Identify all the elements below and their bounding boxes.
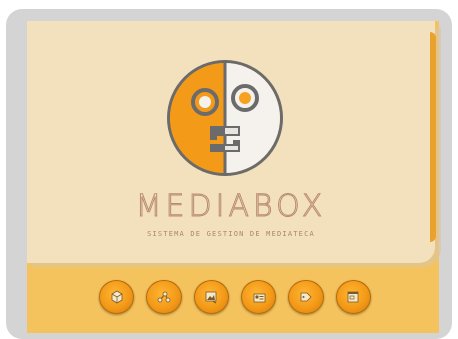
share-network-icon [157,291,171,303]
brand-name: MEDIABOX [135,189,327,224]
tag-icon [300,292,312,302]
brand-subtitle: SISTEMA DE GESTION DE MEDIATECA [147,230,315,238]
card-button[interactable] [240,280,277,314]
mediabox-logo [167,60,283,176]
image-tool-icon [205,291,217,304]
window-icon [347,291,359,303]
card-user-icon [253,293,266,303]
window-button[interactable] [335,280,371,314]
box-icon [111,290,123,304]
network-button[interactable] [146,280,182,314]
main-toolbar [99,280,371,314]
app-window: MEDIABOX SISTEMA DE GESTION DE MEDIATECA [0,0,458,339]
box-button[interactable] [99,280,135,314]
tag-button[interactable] [288,280,324,314]
image-button[interactable] [193,280,229,314]
